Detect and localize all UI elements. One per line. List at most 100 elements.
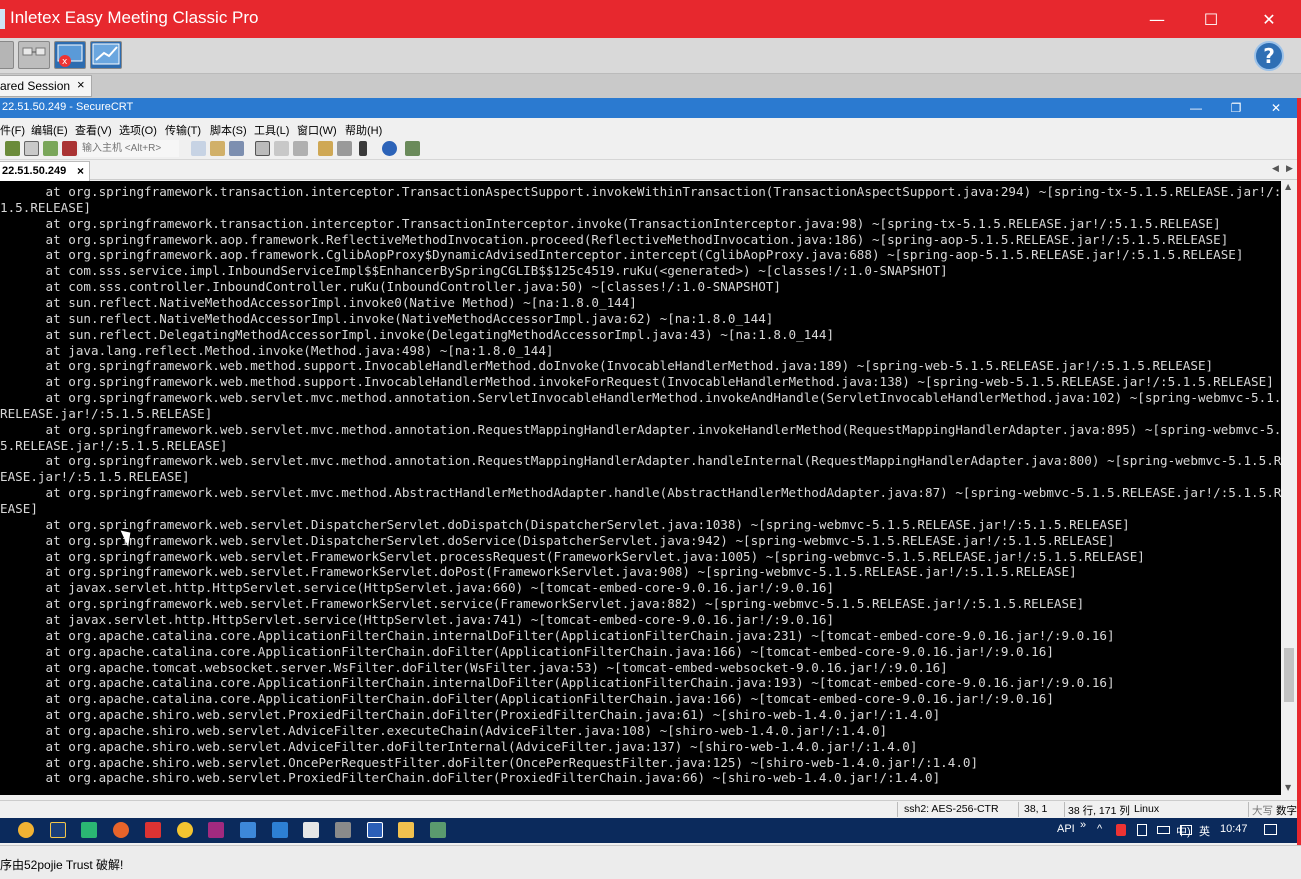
host-input[interactable] [79,140,179,157]
maximize-button[interactable]: ☐ [1182,0,1240,38]
terminal-line: at org.springframework.web.servlet.mvc.m… [0,485,1281,501]
tab-scroll-left-icon[interactable]: ◀ [1272,164,1279,174]
taskbar-app-8-icon[interactable] [240,822,256,838]
vscode-icon[interactable] [272,822,288,838]
session-tab-label: ared Session [0,79,71,93]
terminal-line: at org.apache.catalina.core.ApplicationF… [0,691,1054,707]
session-tab-close-icon[interactable]: × [77,77,85,92]
menu-tools[interactable]: 工具(L) [254,122,289,138]
menu-help[interactable]: 帮助(H) [345,122,382,138]
terminal-line: at org.apache.shiro.web.servlet.OncePerR… [0,754,979,770]
scroll-up-icon[interactable]: ▲ [1285,182,1291,191]
tray-chevron[interactable]: » [1080,819,1086,831]
sftp-icon[interactable] [405,141,420,156]
paste-icon[interactable] [210,141,225,156]
taskbar-app-3-icon[interactable] [81,822,97,838]
tray-show-hidden-icon[interactable]: ^ [1097,823,1102,835]
crt-restore-button[interactable]: ❐ [1225,99,1247,117]
menu-script[interactable]: 脚本(S) [210,122,247,138]
menu-window[interactable]: 窗口(W) [297,122,337,138]
terminal-line: at org.springframework.web.method.suppor… [0,358,1214,374]
meeting-window-title: Inletex Easy Meeting Classic Pro [10,8,259,27]
terminal-line: at org.springframework.web.servlet.Frame… [0,564,1077,580]
terminal-line: at org.apache.catalina.core.ApplicationF… [0,643,1054,659]
find-icon[interactable] [229,141,244,156]
meeting-tool-button-1[interactable] [0,41,14,69]
session-tab[interactable]: ared Session × [0,75,92,97]
taskbar: API » ^ 中) 英 10:47 [0,818,1297,843]
terminal-output[interactable]: at org.springframework.transaction.inter… [0,181,1281,795]
menu-transfer[interactable]: 传输(T) [165,122,201,138]
terminal-line: at java.lang.reflect.Method.invoke(Metho… [0,342,554,358]
taskbar-app-5-icon[interactable] [145,822,161,838]
global-options-icon[interactable] [337,141,352,156]
tray-api[interactable]: API [1057,823,1075,835]
crt-minimize-button[interactable]: — [1185,99,1207,117]
minimize-button[interactable]: — [1128,0,1186,38]
footer-text: 序由52pojie Trust 破解! [0,858,124,872]
help-icon[interactable]: ? [1254,41,1284,71]
file-explorer-icon[interactable] [398,822,414,838]
connect-icon[interactable] [5,141,20,156]
firefox-icon[interactable] [113,822,129,838]
scroll-down-icon[interactable]: ▼ [1285,783,1291,792]
terminal-line: at org.springframework.web.servlet.Frame… [0,596,1085,612]
printer-icon[interactable] [293,141,308,156]
tab-scroll-right-icon[interactable]: ▶ [1286,164,1293,174]
terminal-scrollbar[interactable]: ▲ ▼ [1281,181,1297,795]
terminal-line: at sun.reflect.DelegatingMethodAccessorI… [0,326,835,342]
sharing-tool-button[interactable] [18,41,50,69]
taskbar-app-6-icon[interactable] [177,822,193,838]
tray-app-icon[interactable] [1116,824,1126,836]
terminal-line: at org.springframework.web.servlet.mvc.m… [0,390,1281,406]
volume-icon[interactable]: 中) [1176,823,1191,839]
terminal-line: at javax.servlet.http.HttpServlet.servic… [0,611,835,627]
annotate-button[interactable] [90,41,122,69]
quick-connect-icon[interactable] [24,141,39,156]
connect-tab-icon[interactable] [43,141,58,156]
close-button[interactable]: ✕ [1240,0,1298,38]
securecrt-session-tab[interactable]: 22.51.50.249 × [0,161,90,181]
word-icon[interactable] [367,822,383,838]
terminal-line: at org.springframework.web.servlet.mvc.m… [0,453,1281,469]
taskbar-app-11-icon[interactable] [335,822,351,838]
securecrt-tab-label: 22.51.50.249 [2,165,67,177]
taskbar-app-7-icon[interactable] [208,822,224,838]
terminal-line: at org.apache.shiro.web.servlet.ProxiedF… [0,770,941,786]
terminal-line: 1.5.RELEASE] [0,199,91,215]
terminal-line: EASE] [0,501,38,516]
menu-view[interactable]: 查看(V) [75,122,112,138]
app-icon [0,9,5,29]
print-icon[interactable] [255,141,270,156]
taskbar-app-1-icon[interactable] [18,822,34,838]
copy-icon[interactable] [191,141,206,156]
session-options-icon[interactable] [318,141,333,156]
taskbar-app-10-icon[interactable] [303,822,319,838]
securecrt-tab-strip: ◀ ▶ [0,161,1297,180]
terminal-line: at org.springframework.web.servlet.Dispa… [0,532,1115,548]
battery-icon[interactable] [1157,826,1170,834]
tray-clock[interactable]: 10:47 [1220,823,1248,835]
terminal-line: at org.apache.catalina.core.ApplicationF… [0,675,1115,691]
securecrt-tab-close-icon[interactable]: × [77,164,84,178]
print-selection-icon[interactable] [274,141,289,156]
stop-share-button[interactable]: x [54,41,86,69]
tray-phone-icon[interactable] [1137,824,1147,836]
session-tab-strip [0,74,1301,98]
keymap-icon[interactable] [359,141,367,156]
tray-ime[interactable]: 英 [1199,823,1210,839]
disconnect-icon[interactable] [62,141,77,156]
crt-close-button[interactable]: ✕ [1265,99,1287,117]
securecrt-title-bar: 22.51.50.249 - SecureCRT — ❐ ✕ [0,98,1297,118]
menu-edit[interactable]: 编辑(E) [31,122,68,138]
terminal-line: at org.apache.catalina.core.ApplicationF… [0,627,1115,643]
help-small-icon[interactable] [382,141,397,156]
terminal-line: at org.springframework.aop.framework.Cgl… [0,247,1244,263]
menu-file[interactable]: 件(F) [0,122,25,138]
securecrt-taskbar-icon[interactable] [430,822,446,838]
securecrt-menu-bar: 件(F) 编辑(E) 查看(V) 选项(O) 传输(T) 脚本(S) 工具(L)… [0,118,1297,138]
scrollbar-thumb[interactable] [1284,648,1294,702]
menu-options[interactable]: 选项(O) [119,122,157,138]
taskbar-app-2-icon[interactable] [50,822,66,838]
notification-icon[interactable] [1264,824,1277,835]
